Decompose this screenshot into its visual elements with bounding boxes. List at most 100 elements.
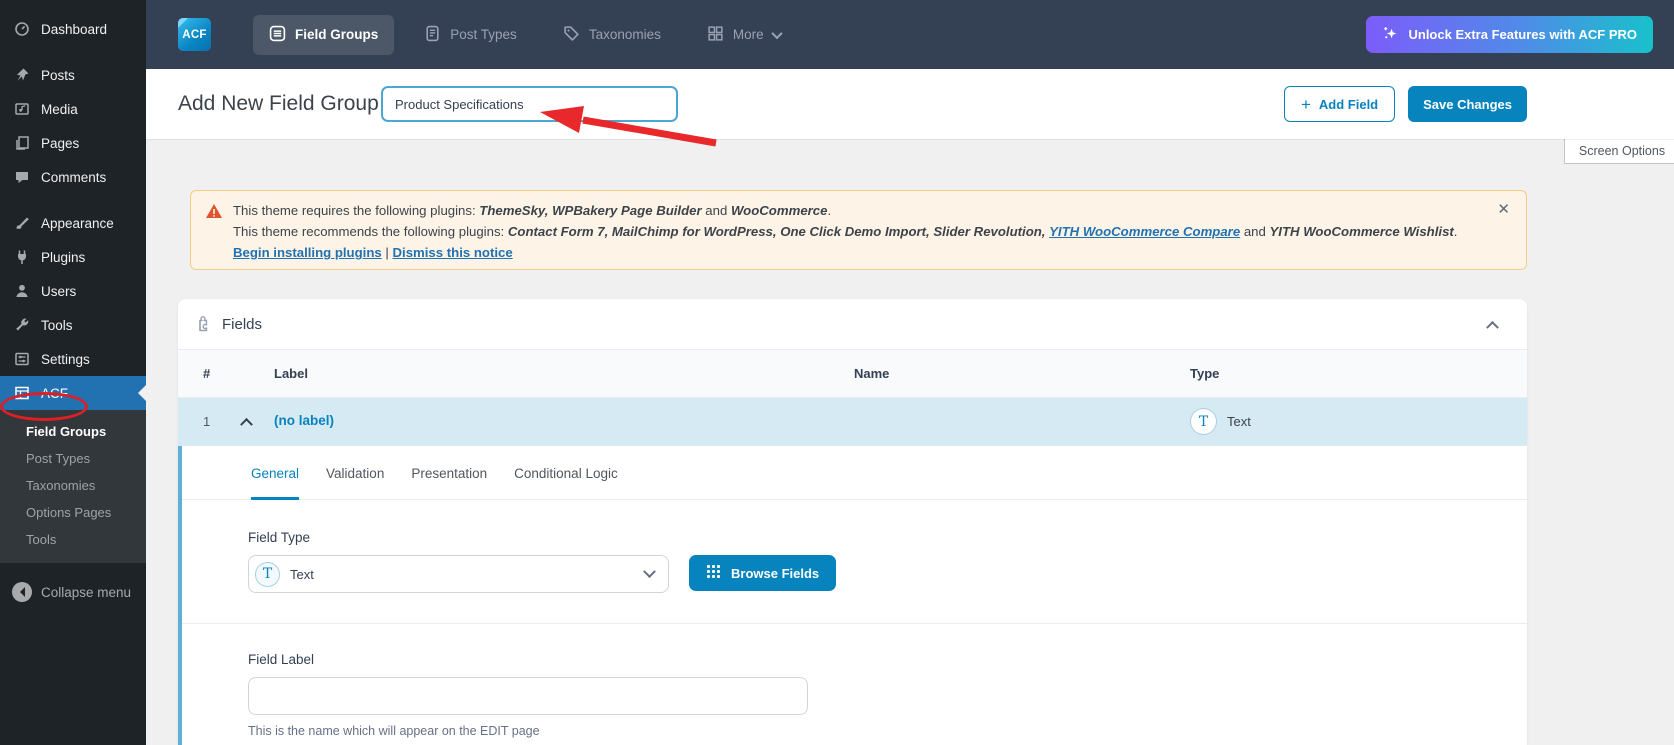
chevron-up-icon [1486,320,1499,334]
wrench-icon [12,316,32,334]
tab-general[interactable]: General [251,466,300,500]
topbar-tab-more[interactable]: More [691,15,797,55]
acf-table-icon [12,384,32,402]
sidebar-item-settings[interactable]: Settings [0,342,146,376]
text-type-icon: T [255,561,280,587]
text-type-icon: T [1190,408,1217,435]
field-row-1[interactable]: 1 (no label) T Text [178,398,1527,446]
sidebar-item-label: Settings [41,351,90,367]
field-row-type-label: Text [1227,414,1251,429]
sidebar-item-dashboard[interactable]: Dashboard [0,12,146,46]
field-groups-list-icon [269,25,286,45]
yith-compare-link[interactable]: YITH WooCommerce Compare [1049,224,1240,239]
field-type-select[interactable]: T Text [248,555,669,593]
browse-fields-button[interactable]: Browse Fields [689,555,837,591]
field-row-type: T Text [1190,408,1251,435]
theme-plugins-notice: This theme requires the following plugin… [190,190,1527,270]
dismiss-notice-link[interactable]: Dismiss this notice [393,245,513,260]
tab-validation[interactable]: Validation [326,466,384,500]
wp-admin-sidebar: Dashboard Posts Media Pages Comments App… [0,0,146,745]
acf-topbar: ACF Field Groups Post Types Taxonomies M… [146,0,1674,69]
comment-bubble-icon [12,168,32,186]
submenu-item-tools[interactable]: Tools [0,526,146,553]
collapse-arrow-icon [12,582,32,602]
notice-actions: Begin installing plugins | Dismiss this … [233,245,513,260]
post-types-document-icon [424,25,441,45]
sparkle-icon [1382,25,1399,45]
field-type-label: Field Type [248,530,311,545]
save-changes-button[interactable]: Save Changes [1408,86,1527,122]
sidebar-item-tools[interactable]: Tools [0,308,146,342]
column-header-name: Name [854,366,890,381]
field-row-label-link[interactable]: (no label) [274,413,334,428]
screen-options-tab[interactable]: Screen Options [1564,137,1674,164]
sidebar-item-label: Appearance [41,215,114,231]
field-row-collapse-toggle[interactable] [240,414,253,431]
page-header: Add New Field Group + Add Field Save Cha… [146,69,1674,139]
media-icon [12,100,32,118]
topbar-tab-taxonomies[interactable]: Taxonomies [547,15,677,55]
submenu-item-post-types[interactable]: Post Types [0,445,146,472]
tab-conditional-logic[interactable]: Conditional Logic [514,466,618,500]
plug-icon [12,248,32,266]
puzzle-piece-icon [194,315,212,333]
submenu-item-field-groups[interactable]: Field Groups [0,418,146,445]
topbar-tab-field-groups[interactable]: Field Groups [253,14,395,55]
add-field-button[interactable]: + Add Field [1283,86,1396,122]
paintbrush-icon [12,214,32,232]
chevron-down-icon [770,27,783,39]
sidebar-item-label: Media [41,101,78,117]
submenu-item-options-pages[interactable]: Options Pages [0,499,146,526]
field-label-input[interactable] [248,677,808,715]
fields-table-header: # Label Name Type [178,349,1527,398]
field-settings-editor: General Validation Presentation Conditio… [178,446,1527,745]
sidebar-item-media[interactable]: Media [0,92,146,126]
collapse-menu-button[interactable]: Collapse menu [0,577,146,607]
sidebar-item-posts[interactable]: Posts [0,58,146,92]
sidebar-item-plugins[interactable]: Plugins [0,240,146,274]
submenu-item-taxonomies[interactable]: Taxonomies [0,472,146,499]
sidebar-item-label: Tools [41,317,73,333]
tab-presentation[interactable]: Presentation [411,466,487,500]
column-header-type: Type [1190,366,1220,381]
taxonomies-tag-icon [563,25,580,45]
field-settings-tabs: General Validation Presentation Conditio… [182,446,1527,500]
sidebar-item-label: Pages [41,135,80,151]
acf-submenu: Field Groups Post Types Taxonomies Optio… [0,410,146,563]
field-label-help-text: This is the name which will appear on th… [248,724,540,738]
column-header-label: Label [274,366,308,381]
more-grid-icon [707,25,724,45]
close-icon[interactable]: ✕ [1497,200,1510,218]
field-label-label: Field Label [248,652,315,667]
fields-panel: Fields # Label Name Type 1 (no label) T … [178,299,1527,745]
sidebar-item-label: Plugins [41,249,86,265]
sidebar-item-comments[interactable]: Comments [0,160,146,194]
field-group-title-input[interactable] [381,86,678,122]
notice-line-2: This theme recommends the following plug… [233,224,1458,239]
settings-icon [12,350,32,368]
column-header-number: # [203,366,211,381]
sidebar-item-label: Dashboard [41,21,108,37]
sidebar-item-label: Comments [41,169,107,185]
sidebar-item-acf[interactable]: ACF [0,376,146,410]
panel-collapse-button[interactable] [1482,311,1503,338]
begin-installing-plugins-link[interactable]: Begin installing plugins [233,245,382,260]
unlock-pro-button[interactable]: Unlock Extra Features with ACF PRO [1366,16,1653,53]
sidebar-item-pages[interactable]: Pages [0,126,146,160]
acf-logo[interactable]: ACF [178,18,211,51]
field-type-selected-value: Text [290,566,314,582]
pushpin-icon [12,66,32,84]
sidebar-item-appearance[interactable]: Appearance [0,206,146,240]
field-row-number: 1 [203,414,211,429]
panel-title: Fields [222,315,263,333]
page-title: Add New Field Group [178,92,379,115]
collapse-menu-label: Collapse menu [41,584,132,600]
sidebar-item-users[interactable]: Users [0,274,146,308]
notice-line-1: This theme requires the following plugin… [233,203,832,218]
topbar-tab-post-types[interactable]: Post Types [408,15,533,55]
sidebar-item-label: Posts [41,67,75,83]
chevron-up-icon [240,417,253,431]
user-icon [12,282,32,300]
plus-icon: + [1300,94,1311,114]
pages-icon [12,134,32,152]
